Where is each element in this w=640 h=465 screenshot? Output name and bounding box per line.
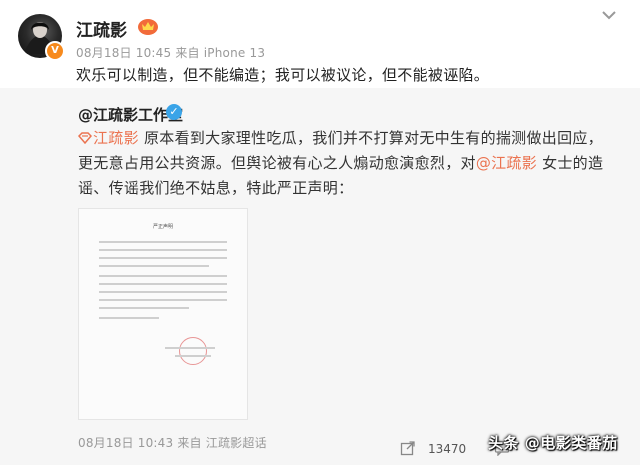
document-line <box>99 275 227 277</box>
repost-footer: 08月18日 10:43 来自 江疏影超话 <box>78 436 267 450</box>
super-topic-icon <box>78 132 92 144</box>
document-line <box>99 249 227 251</box>
post-header: V 江疏影 08月18日 10:45 来自 iPhone 13 欢乐可以制造，但… <box>0 0 640 88</box>
post-text: 欢乐可以制造，但不能编造；我可以被议论，但不能被诬陷。 <box>76 66 490 84</box>
share-icon[interactable] <box>400 440 416 456</box>
statement-document-image[interactable]: 严正声明 <box>78 208 248 420</box>
super-topic-link[interactable]: 江疏影 <box>93 129 139 147</box>
verified-icon: ✓ <box>166 104 182 120</box>
chevron-down-icon[interactable] <box>600 8 618 22</box>
document-line <box>99 241 227 243</box>
document-seal <box>179 337 207 365</box>
document-line <box>99 307 189 309</box>
document-line <box>165 347 215 349</box>
document-line <box>99 299 227 301</box>
post-meta: 08月18日 10:45 来自 iPhone 13 <box>76 46 266 60</box>
repost-body: 江疏影 原本看到大家理性吃瓜，我们并不打算对无中生有的揣测做出回应，更无意占用公… <box>78 126 614 201</box>
share-count: 13470 <box>428 442 467 456</box>
verified-v-icon: V <box>45 41 65 61</box>
document-title: 严正声明 <box>152 224 173 230</box>
member-crown-icon <box>138 19 158 35</box>
avatar[interactable]: V <box>18 14 65 61</box>
document-line <box>99 257 227 259</box>
mention-link[interactable]: @江疏影 <box>476 154 537 172</box>
document-line <box>99 283 227 285</box>
document-line <box>99 265 209 267</box>
author-name[interactable]: 江疏影 <box>76 16 127 41</box>
document-line <box>175 355 211 357</box>
document-line <box>99 291 227 293</box>
watermark: 头条 @电影类番茄 <box>488 434 618 452</box>
document-line <box>99 317 159 319</box>
repost-card[interactable]: @江疏影工作室 ✓ 江疏影 原本看到大家理性吃瓜，我们并不打算对无中生有的揣测做… <box>0 88 640 465</box>
